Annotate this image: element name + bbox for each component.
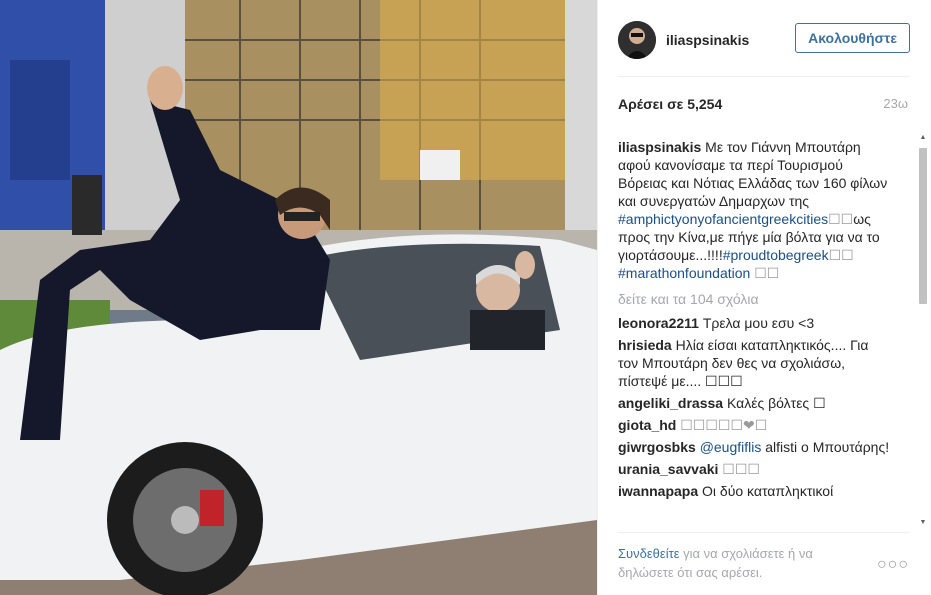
comment-item: iwannapapa Οι δύο καταπληκτικοί xyxy=(618,482,892,500)
post-photo[interactable] xyxy=(0,0,597,595)
comment-username[interactable]: leonora2211 xyxy=(618,315,699,331)
comment-username[interactable]: urania_savvaki xyxy=(618,461,718,477)
emoji-glyphs: ☐☐ xyxy=(828,211,854,227)
comment-text: Καλές βόλτες ☐ xyxy=(726,395,826,411)
comments-scrollbar[interactable]: ▲ ▼ xyxy=(918,134,928,526)
comment-username[interactable]: giota_hd xyxy=(618,417,676,433)
comment-text: Οι δύο καταπληκτικοί xyxy=(702,483,834,499)
post-time[interactable]: 23ω xyxy=(883,96,908,111)
footer-divider xyxy=(618,532,909,533)
comments-list[interactable]: iliaspsinakis Με τον Γιάννη Μπουτάρη αφο… xyxy=(618,138,892,530)
comment-username[interactable]: giwrgosbks xyxy=(618,439,696,455)
comment-text: alfisti ο Μπουτάρης! xyxy=(761,439,890,455)
caption-username[interactable]: iliaspsinakis xyxy=(618,139,701,155)
post-header: iliaspsinakis Ακολουθήστε xyxy=(618,16,910,64)
avatar-image xyxy=(618,21,656,59)
scroll-thumb[interactable] xyxy=(919,148,927,304)
emoji-glyphs: ☐☐ xyxy=(754,265,780,281)
login-link[interactable]: Συνδεθείτε xyxy=(618,546,680,561)
photo-illustration xyxy=(0,0,597,595)
login-prompt: Συνδεθείτε για να σχολιάσετε ή να δηλώσε… xyxy=(618,544,848,582)
comment-item: hrisieda Ηλία είσαι καταπληκτικός.... Γι… xyxy=(618,336,892,390)
comment-text: ☐☐☐ xyxy=(722,461,760,477)
follow-button[interactable]: Ακολουθήστε xyxy=(795,23,910,53)
username-link[interactable]: iliaspsinakis xyxy=(666,32,749,48)
comment-username[interactable]: iwannapapa xyxy=(618,483,698,499)
header-divider xyxy=(618,76,909,77)
caption: iliaspsinakis Με τον Γιάννη Μπουτάρη αφο… xyxy=(618,138,892,282)
comment-text: ☐☐☐☐☐❤☐ xyxy=(680,417,768,433)
mention-link[interactable]: @eugfiflis xyxy=(700,439,762,455)
hashtag-link[interactable]: #marathonfoundation xyxy=(618,265,750,281)
comment-text: Τρελα μου εσυ <3 xyxy=(702,315,815,331)
likes-count[interactable]: Αρέσει σε 5,254 xyxy=(618,96,722,112)
avatar[interactable] xyxy=(618,21,656,59)
likes-row: Αρέσει σε 5,254 23ω xyxy=(618,96,908,116)
hashtag-link[interactable]: #proudtobegreek xyxy=(723,247,829,263)
more-options-icon[interactable]: ○○○ xyxy=(877,556,909,574)
post-side-panel: iliaspsinakis Ακολουθήστε Αρέσει σε 5,25… xyxy=(597,0,931,595)
scroll-up-arrow-icon[interactable]: ▲ xyxy=(919,134,927,141)
load-more-comments[interactable]: δείτε και τα 104 σχόλια xyxy=(618,290,892,308)
comment-username[interactable]: angeliki_drassa xyxy=(618,395,723,411)
comment-item: leonora2211 Τρελα μου εσυ <3 xyxy=(618,314,892,332)
comment-username[interactable]: hrisieda xyxy=(618,337,672,353)
comment-item: angeliki_drassa Καλές βόλτες ☐ xyxy=(618,394,892,412)
hashtag-link[interactable]: #amphictyonyofancientgreekcities xyxy=(618,211,828,227)
emoji-glyphs: ☐☐ xyxy=(828,247,854,263)
comment-item: urania_savvaki ☐☐☐ xyxy=(618,460,892,478)
comment-item: giwrgosbks @eugfiflis alfisti ο Μπουτάρη… xyxy=(618,438,892,456)
scroll-down-arrow-icon[interactable]: ▼ xyxy=(919,519,927,526)
comment-item: giota_hd ☐☐☐☐☐❤☐ xyxy=(618,416,892,434)
